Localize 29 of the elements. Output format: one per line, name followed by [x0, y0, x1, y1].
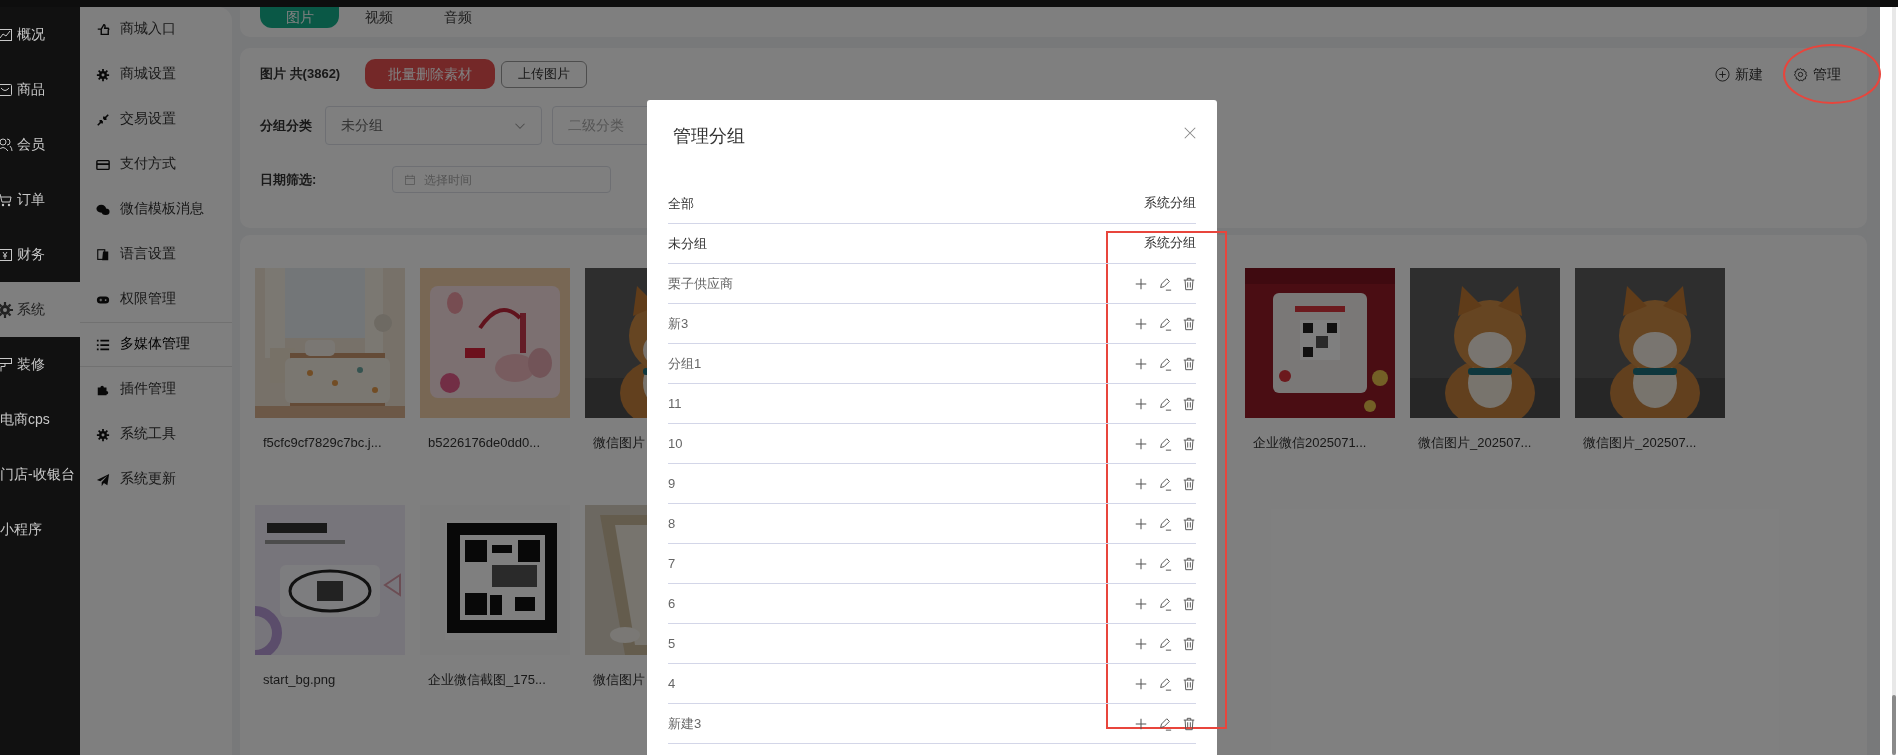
group-name: 4 [668, 674, 676, 693]
group-name: 全部 [668, 194, 694, 213]
group-name: 8 [668, 514, 676, 533]
file-name: 企业微信截图_175... [428, 672, 546, 688]
group-name: 7 [668, 554, 676, 573]
file-name: b5226176de0dd0... [428, 435, 541, 451]
field-label: 分组分类 [260, 116, 313, 135]
group-name: 新3 [668, 314, 689, 333]
group-type: 系统分组 [1144, 195, 1196, 213]
group-name: 6 [668, 594, 676, 613]
file-name: 微信图片 [593, 435, 645, 451]
file-name: 微信图片_202507... [1418, 435, 1532, 451]
file-name: 企业微信2025071... [1253, 435, 1367, 451]
dialog-title: 管理分组 [673, 125, 745, 148]
group-name: 分组1 [668, 354, 702, 373]
field-label: 日期筛选: [260, 170, 318, 189]
group-name: 新建3 [668, 714, 702, 733]
group-name: 9 [668, 474, 676, 493]
group-name: 5 [668, 634, 676, 653]
file-name: 微信图片 [593, 672, 645, 688]
media-count: 图片 共(3862) [260, 65, 342, 84]
group-type: 系统分组 [1144, 235, 1196, 253]
group-name: 栗子供应商 [668, 274, 733, 293]
group-name: 10 [668, 434, 683, 453]
group-name: 11 [668, 394, 682, 413]
file-name: f5cfc9cf7829c7bc.j... [263, 435, 382, 451]
file-name: start_bg.png [263, 672, 336, 688]
group-name: 未分组 [668, 234, 707, 253]
file-name: 微信图片_202507... [1583, 435, 1697, 451]
